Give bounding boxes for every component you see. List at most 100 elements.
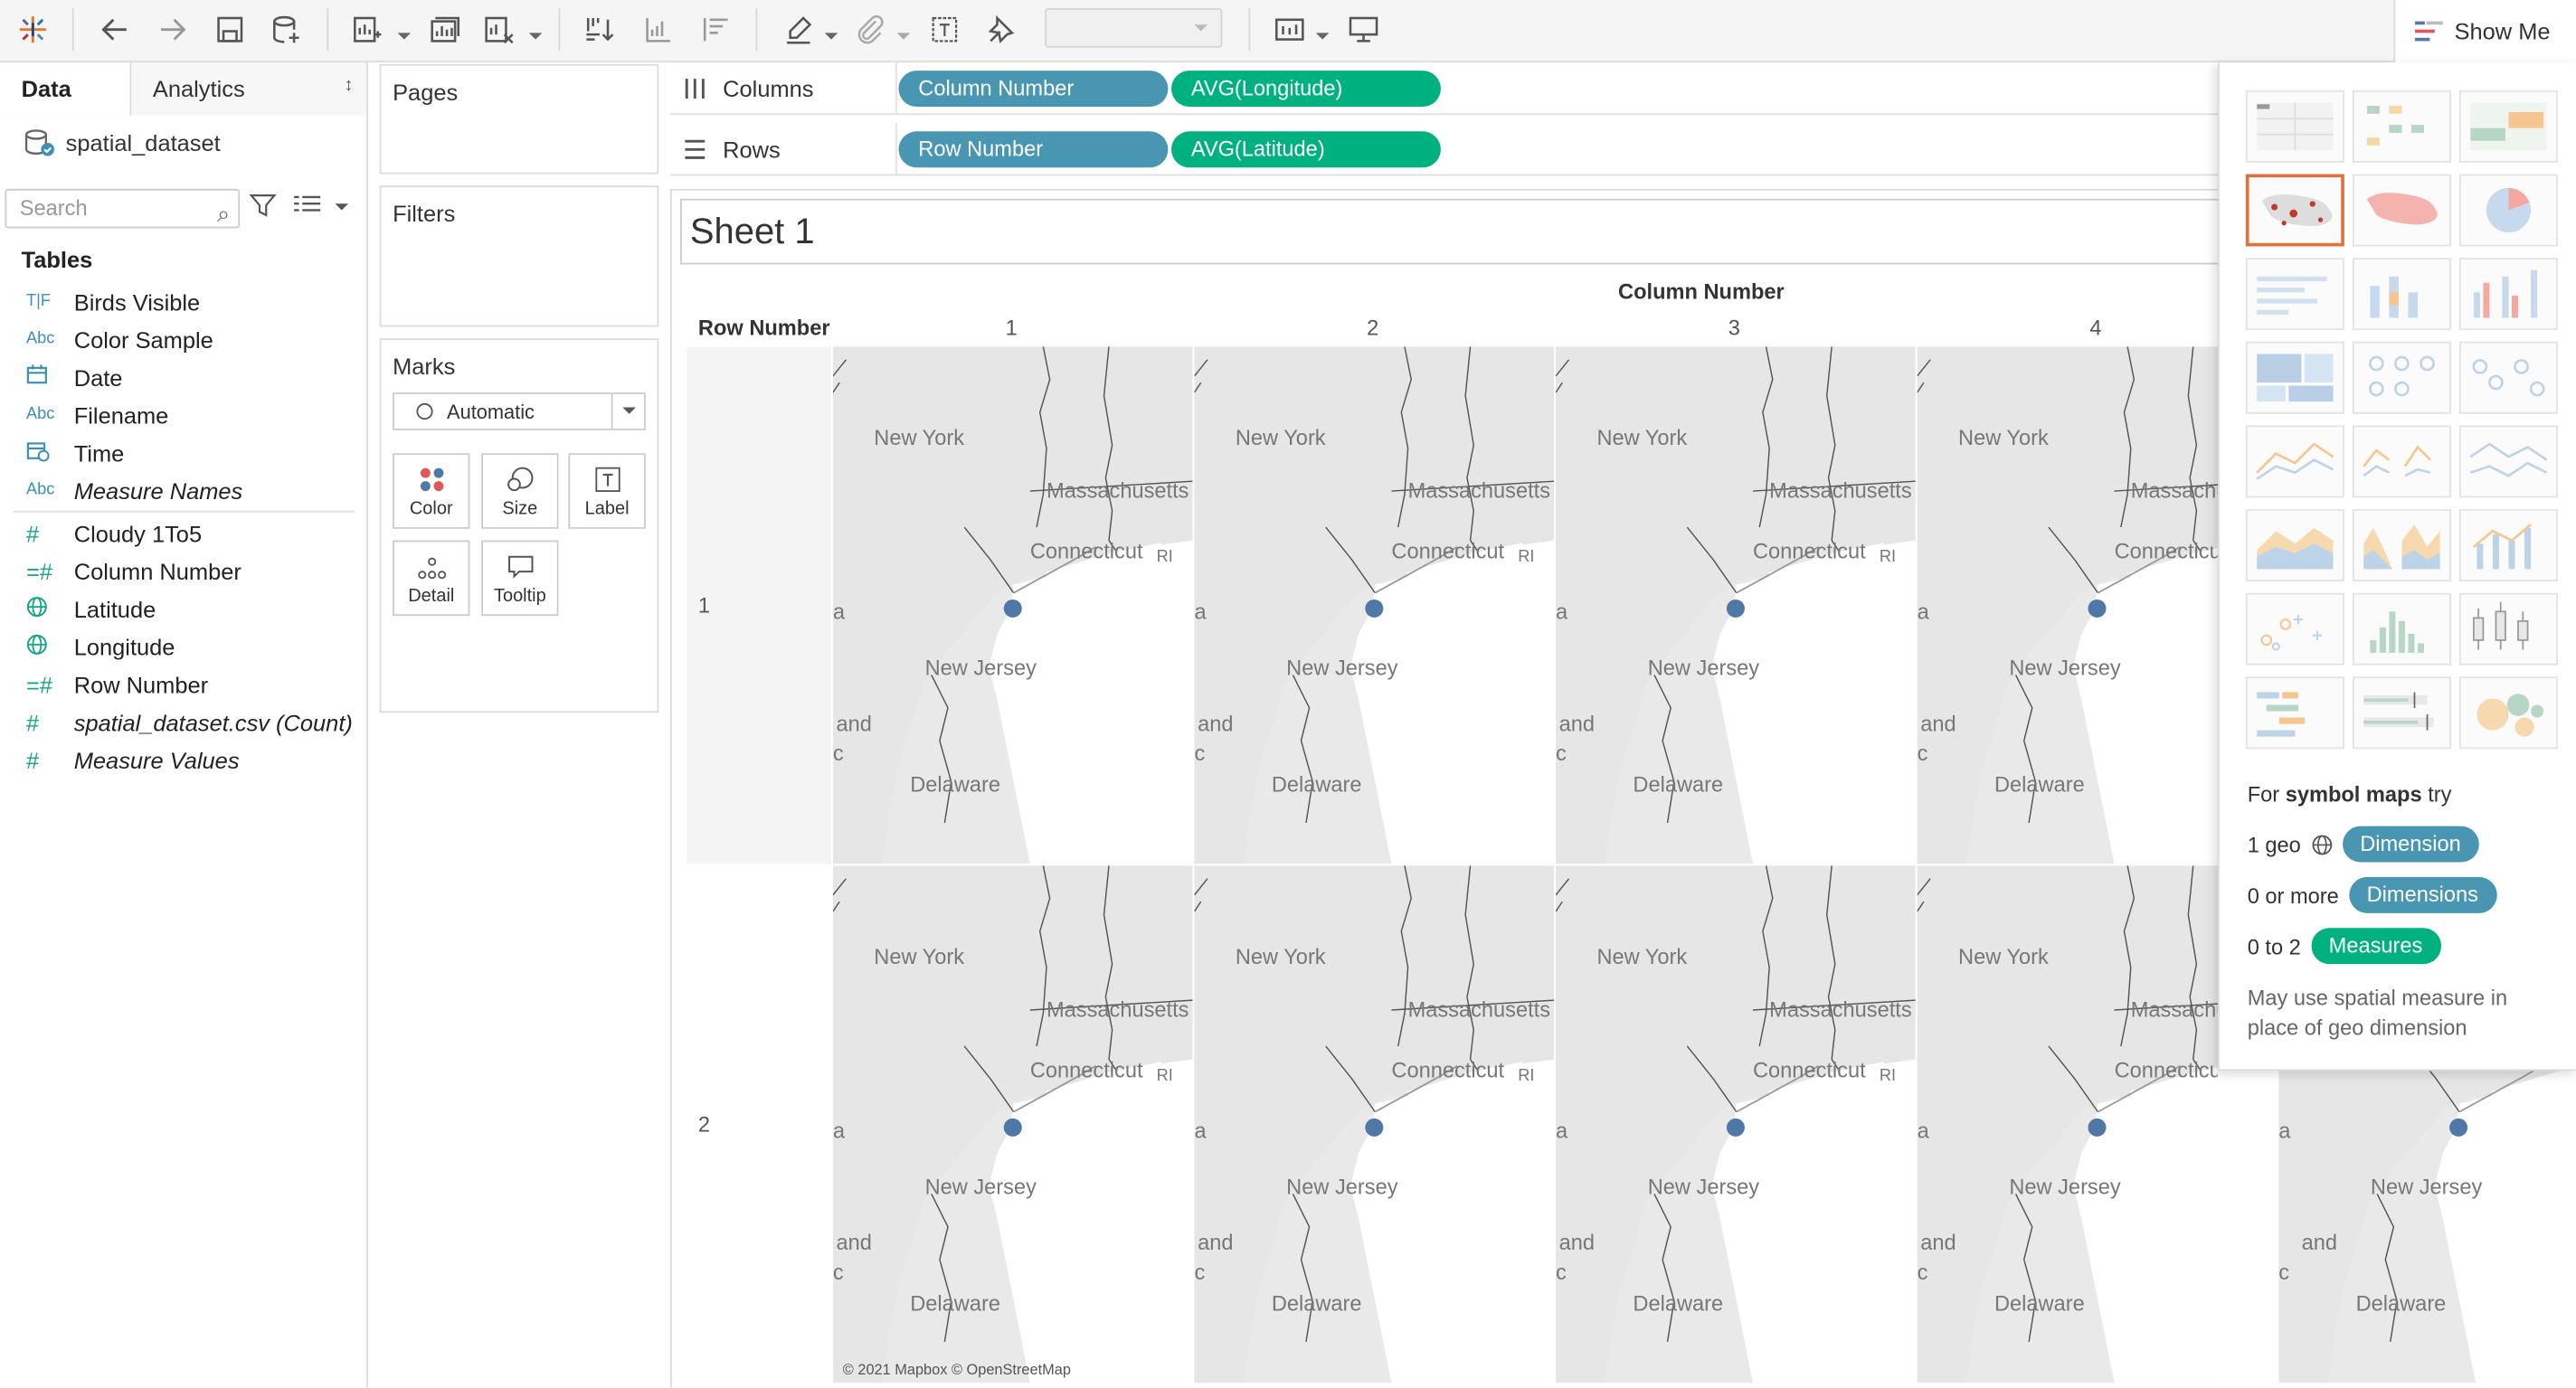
save-icon[interactable] xyxy=(209,8,251,51)
highlight-table-thumb[interactable] xyxy=(2459,90,2558,163)
map-tile[interactable]: New YorkMassachusettsConnecticutRINew Je… xyxy=(1194,865,1555,1383)
side-by-side-circles-thumb[interactable] xyxy=(2459,341,2558,414)
field-item-measure-names[interactable]: Abc Measure Names xyxy=(0,471,368,509)
text-table-thumb[interactable] xyxy=(2245,90,2344,163)
group-members-icon[interactable] xyxy=(848,8,890,51)
clear-sheet-icon[interactable] xyxy=(477,8,519,51)
heat-map-thumb[interactable] xyxy=(2352,90,2451,163)
box-whisker-thumb[interactable] xyxy=(2459,592,2558,666)
map-mark[interactable] xyxy=(1003,599,1022,618)
highlight-icon[interactable] xyxy=(777,8,819,51)
field-item-birds-visible[interactable]: T|F Birds Visible xyxy=(0,282,368,320)
color-button[interactable]: Color xyxy=(393,453,470,529)
side-by-side-bars-thumb[interactable] xyxy=(2459,258,2558,331)
map-mark[interactable] xyxy=(2088,1118,2107,1137)
columns-pill-column-number[interactable]: Column Number xyxy=(898,71,1169,108)
undo-icon[interactable] xyxy=(94,8,137,51)
show-mark-labels-icon[interactable] xyxy=(923,8,966,51)
chevron-down-icon[interactable] xyxy=(335,203,349,217)
field-item-record-count[interactable]: # spatial_dataset.csv (Count) xyxy=(0,703,368,741)
map-tile[interactable]: New YorkMassachusettsConnecticutRINew Je… xyxy=(1556,346,1916,864)
map-tile[interactable]: New YorkMassachusettsConnecticutRINew Je… xyxy=(1917,346,2219,864)
continuous-lines-thumb[interactable] xyxy=(2245,425,2344,498)
filled-map-thumb[interactable] xyxy=(2352,174,2451,247)
filters-card[interactable]: Filters xyxy=(379,185,659,327)
packed-bubbles-thumb[interactable] xyxy=(2459,676,2558,750)
stacked-bars-thumb[interactable] xyxy=(2352,258,2451,331)
label-button[interactable]: Label xyxy=(568,453,646,529)
area-discrete-thumb[interactable] xyxy=(2352,509,2451,581)
area-continuous-thumb[interactable] xyxy=(2245,509,2344,581)
discrete-lines-thumb[interactable] xyxy=(2352,425,2451,498)
pie-chart-thumb[interactable] xyxy=(2459,174,2558,247)
swap-rows-columns-icon[interactable] xyxy=(577,8,620,51)
field-item-time[interactable]: Time xyxy=(0,434,368,472)
symbol-map-thumb[interactable] xyxy=(2245,174,2344,247)
columns-shelf[interactable]: Columns Column Number AVG(Longitude) xyxy=(670,62,2219,116)
datasource-item[interactable]: spatial_dataset xyxy=(23,128,221,158)
field-item-longitude[interactable]: Longitude xyxy=(0,628,368,666)
field-item-color-sample[interactable]: Abc Color Sample xyxy=(0,320,368,358)
rows-pill-row-number[interactable]: Row Number xyxy=(898,131,1169,168)
rows-pill-avg-latitude[interactable]: AVG(Latitude) xyxy=(1171,131,1441,168)
sort-descending-icon[interactable] xyxy=(693,8,735,51)
show-cards-icon[interactable] xyxy=(1268,8,1311,51)
column-header-value[interactable]: 3 xyxy=(1728,316,1740,340)
dual-lines-thumb[interactable] xyxy=(2459,425,2558,498)
column-header-value[interactable]: 2 xyxy=(1367,316,1378,340)
detail-button[interactable]: Detail xyxy=(393,540,470,617)
map-mark[interactable] xyxy=(1726,599,1745,618)
tab-analytics[interactable]: Analytics xyxy=(131,62,367,116)
treemap-thumb[interactable] xyxy=(2245,341,2344,414)
map-tile[interactable]: New YorkMassachusettsConnecticutRINew Je… xyxy=(1194,346,1555,864)
field-item-filename[interactable]: Abc Filename xyxy=(0,396,368,434)
map-tile[interactable]: New YorkMassachusettsConnecticutRINew Je… xyxy=(832,865,1193,1383)
histogram-thumb[interactable] xyxy=(2352,592,2451,666)
scatter-plot-thumb[interactable] xyxy=(2245,592,2344,666)
field-item-cloudy-1to5[interactable]: # Cloudy 1To5 xyxy=(0,515,368,552)
fit-dropdown[interactable] xyxy=(1045,8,1223,48)
map-mark[interactable] xyxy=(2088,599,2107,618)
size-button[interactable]: Size xyxy=(481,453,559,529)
presentation-mode-icon[interactable] xyxy=(1342,8,1385,51)
map-mark[interactable] xyxy=(1365,1118,1384,1137)
field-search-input[interactable]: Search ⌕ xyxy=(5,188,241,229)
pages-card[interactable]: Pages xyxy=(379,63,659,175)
field-item-column-number[interactable]: =# Column Number xyxy=(0,552,368,590)
mark-type-dropdown[interactable]: Automatic xyxy=(393,392,646,430)
chevron-down-icon[interactable] xyxy=(397,23,412,40)
show-me-button[interactable]: Show Me xyxy=(2393,0,2576,63)
duplicate-sheet-icon[interactable] xyxy=(422,8,465,51)
dual-combination-thumb[interactable] xyxy=(2459,509,2558,581)
row-header-value[interactable]: 1 xyxy=(698,593,710,618)
rows-shelf[interactable]: Rows Row Number AVG(Latitude) xyxy=(670,123,2219,176)
field-item-measure-values[interactable]: # Measure Values xyxy=(0,741,368,779)
chevron-down-icon[interactable] xyxy=(824,23,838,40)
sort-ascending-icon[interactable] xyxy=(636,8,678,51)
field-item-date[interactable]: Date xyxy=(0,358,368,396)
pin-icon[interactable] xyxy=(980,8,1022,51)
sheet-title[interactable]: Sheet 1 xyxy=(679,198,2241,265)
row-header-value[interactable]: 2 xyxy=(698,1112,710,1137)
tooltip-button[interactable]: Tooltip xyxy=(481,540,559,617)
redo-icon[interactable] xyxy=(151,8,194,51)
map-attribution[interactable]: © 2021 Mapbox © OpenStreetMap xyxy=(843,1362,1071,1378)
chevron-down-icon[interactable] xyxy=(528,23,543,40)
chevron-down-icon[interactable] xyxy=(896,23,911,40)
filter-icon[interactable] xyxy=(250,193,277,219)
circle-views-thumb[interactable] xyxy=(2352,341,2451,414)
column-header-value[interactable]: 4 xyxy=(2089,316,2101,340)
chevron-down-icon[interactable] xyxy=(1315,23,1330,40)
map-tile[interactable]: New YorkMassachusettsConnecticutRINew Je… xyxy=(832,346,1193,864)
map-mark[interactable] xyxy=(2449,1118,2468,1137)
list-view-icon[interactable] xyxy=(292,193,322,219)
tab-data[interactable]: Data xyxy=(0,62,132,116)
map-mark[interactable] xyxy=(1726,1118,1745,1137)
tableau-logo-icon[interactable] xyxy=(12,8,54,51)
map-tile[interactable]: New YorkMassachusettsConnecticutRINew Je… xyxy=(1917,865,2219,1383)
field-item-latitude[interactable]: Latitude xyxy=(0,590,368,628)
columns-pill-avg-longitude[interactable]: AVG(Longitude) xyxy=(1171,71,1441,108)
column-header-value[interactable]: 1 xyxy=(1006,316,1018,340)
new-datasource-icon[interactable] xyxy=(264,8,307,51)
new-worksheet-icon[interactable] xyxy=(345,8,387,51)
